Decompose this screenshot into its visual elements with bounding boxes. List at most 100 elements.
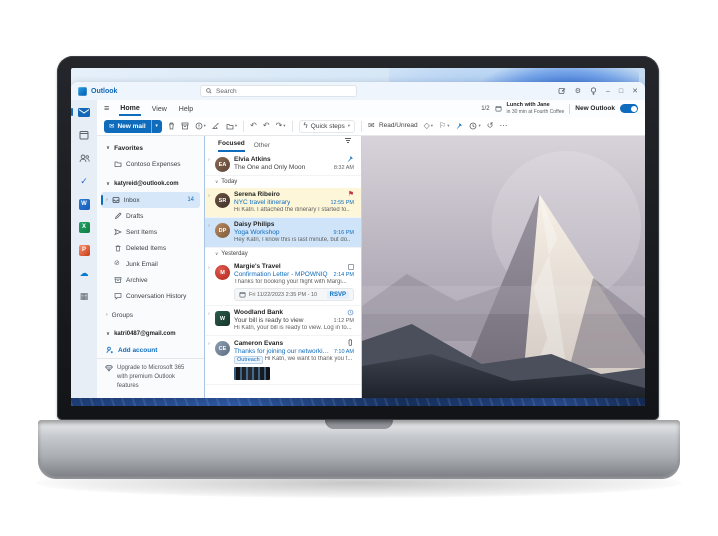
rail-people-icon[interactable] [76,151,92,165]
sweep-icon[interactable] [212,122,220,130]
title-bar: Outlook Search ⚙ – □ ✕ [71,82,645,100]
tips-lightbulb-icon[interactable] [590,87,597,95]
sidebar-item-deleted-items[interactable]: Deleted Items [97,240,204,256]
envelope-icon: ✉ [368,122,375,130]
tab-help[interactable]: Help [178,103,194,115]
send-icon [114,228,122,236]
archive-icon[interactable] [181,122,189,130]
sender: Elvia Atkins [234,156,271,163]
read-unread-button[interactable]: ✉ Read/Unread [368,122,418,130]
favorites-header[interactable]: ∨Favorites [97,140,204,156]
attachment-thumbnail[interactable] [234,367,270,380]
search-icon [206,88,212,94]
sidebar-item-drafts[interactable]: Drafts [97,208,204,224]
lightning-icon: ϟ [304,122,308,130]
settings-gear-icon[interactable]: ⚙ [575,87,581,95]
mountain-photo [362,136,645,398]
hamburger-menu-icon[interactable]: ≡ [104,104,109,113]
section-yesterday[interactable]: ∨Yesterday [205,248,361,260]
reminder-subtitle: in 30 min at Fourth Coffee [507,109,565,115]
email-row-margies-travel[interactable]: › M Margie's Travel Confirmation Letter … [205,260,361,306]
new-mail-button[interactable]: ✉New mail ▾ [104,120,162,133]
tab-home[interactable]: Home [119,102,140,116]
move-to-folder-icon[interactable]: ▾ [226,123,237,130]
upgrade-banner[interactable]: Upgrade to Microsoft 365 with premium Ou… [97,358,204,398]
app-rail: ✓ W X P ☁ ▦ [71,100,97,398]
rail-word-icon[interactable]: W [76,197,92,211]
new-outlook-label: New Outlook [575,105,615,112]
email-row-daisy-philips[interactable]: › DP Daisy Philips Yoga Workshop 9:16 PM… [205,218,361,248]
rail-powerpoint-icon[interactable]: P [76,243,92,257]
quick-steps-button[interactable]: ϟ Quick steps ▾ [299,120,355,133]
command-toolbar: ✉New mail ▾ ▾ ▾ ↶ ↶ ↷▾ [97,117,645,136]
pin-icon[interactable] [455,122,463,130]
sidebar-item-archive[interactable]: Archive [97,272,204,288]
delete-icon[interactable] [168,122,175,130]
quick-steps-label: Quick steps [311,123,345,130]
read-unread-label: Read/Unread [379,123,418,130]
more-options-icon[interactable]: ⋯ [499,122,507,130]
close-button[interactable]: ✕ [632,87,638,95]
account-gmail-header[interactable]: ∨katri0487@gmail.com [97,326,204,342]
message-list: Focused Other › EA Elvia Atkins The On [205,136,362,398]
reading-pane-photo [362,136,645,398]
rail-calendar-icon[interactable] [76,128,92,142]
tab-view[interactable]: View [151,103,168,115]
reply-all-icon[interactable]: ↶ [263,122,270,130]
rail-onedrive-icon[interactable]: ☁ [76,266,92,280]
email-row-elvia-atkins[interactable]: › EA Elvia Atkins The One and Only Moon … [205,152,361,176]
new-mail-dropdown[interactable]: ▾ [151,120,162,133]
event-date: Fri 11/22/2023 2:35 PM - 10 [249,292,317,298]
categorize-tag-icon[interactable]: ◇▾ [424,122,433,130]
flag-red-icon[interactable]: ⚑ [348,191,354,198]
filter-icon[interactable] [344,136,352,152]
sidebar-item-sent-items[interactable]: Sent Items [97,224,204,240]
rail-excel-icon[interactable]: X [76,220,92,234]
flag-icon[interactable]: ⚐▾ [439,122,449,130]
search-input[interactable]: Search [200,85,357,97]
groups-header[interactable]: ›Groups [97,307,204,323]
email-row-serena-ribeiro[interactable]: › SR Serena Ribeiro ⚑ NYC travel itinera… [205,188,361,218]
event-card[interactable]: Fri 11/22/2023 2:35 PM - 10 RSVP [234,288,354,301]
rail-mail-icon[interactable] [76,105,92,119]
add-account-icon [106,346,114,354]
sidebar-item-junk-email[interactable]: ⊘ Junk Email [97,256,204,272]
minimize-button[interactable]: – [606,88,610,95]
sidebar-item-inbox[interactable]: › Inbox 14 [101,192,200,208]
message-list-tabs: Focused Other [205,136,361,152]
time: 8:32 AM [330,165,354,171]
section-today[interactable]: ∨Today [205,176,361,188]
event-calendar-icon [239,291,246,298]
avatar: SR [215,193,230,208]
premium-gem-icon [105,364,113,372]
email-row-cameron-evans[interactable]: › CE Cameron Evans Thanks for joining ou… [205,336,361,385]
outreach-badge: Outreach [234,356,263,364]
sidebar-item-contoso-expenses[interactable]: Contoso Expenses [97,156,204,172]
laptop-lid-notch [325,420,393,429]
undo-icon[interactable]: ↺ [487,122,494,130]
report-icon[interactable]: ▾ [195,122,206,130]
tab-other[interactable]: Other [254,142,270,152]
expand-chevron[interactable]: › [208,157,210,163]
account-outlook-header[interactable]: ∨katyreid@outlook.com [97,176,204,192]
email-row-woodland-bank[interactable]: › W Woodland Bank Your bill is ready to … [205,306,361,336]
forward-icon[interactable]: ↷▾ [276,122,286,130]
feedback-icon[interactable] [558,87,566,95]
snooze-clock-icon[interactable]: ▾ [469,122,480,130]
laptop-screen: Outlook Search ⚙ – □ ✕ [71,68,645,406]
tab-focused[interactable]: Focused [218,140,245,152]
meeting-reminder[interactable]: Lunch with Jane in 30 min at Fourth Coff… [507,102,565,115]
reply-icon[interactable]: ↶ [250,122,257,130]
maximize-button[interactable]: □ [619,88,623,95]
pinned-pin-icon [346,155,354,163]
preview: Hi Katri. I attached the itinerary I sta… [234,207,354,213]
rail-more-apps-icon[interactable]: ▦ [76,289,92,303]
add-account-button[interactable]: Add account [97,342,204,358]
sidebar-item-conversation-history[interactable]: Conversation History [97,288,204,304]
drafts-pencil-icon [114,212,122,220]
new-outlook-toggle[interactable] [620,104,638,113]
rail-todo-icon[interactable]: ✓ [76,174,92,188]
ribbon-tabs-row: ≡ Home View Help 1/2 Lunch with Jane in … [97,100,645,117]
rsvp-button[interactable]: RSVP [327,291,349,299]
select-checkbox[interactable] [348,264,354,270]
